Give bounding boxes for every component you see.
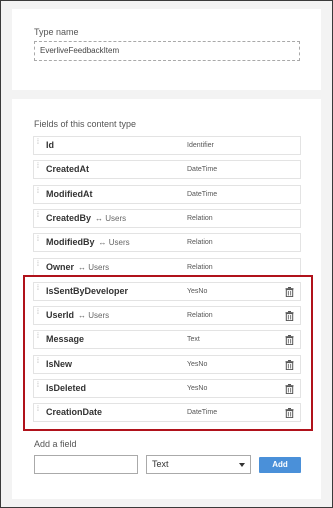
field-type: Relation (187, 214, 213, 222)
chevron-down-icon (239, 463, 245, 467)
drag-handle-icon[interactable]: ⁞ (37, 163, 41, 175)
drag-handle-icon[interactable]: ⁞ (37, 261, 41, 273)
field-type: Relation (187, 239, 213, 247)
field-row[interactable]: ⁞ CreatedBy ↔ Users Relation (33, 208, 301, 228)
field-type: DateTime (187, 190, 218, 198)
field-type: Relation (187, 263, 213, 271)
field-name-text: CreatedAt (46, 164, 90, 175)
field-row[interactable]: ⁞ CreatedAt DateTime (33, 160, 301, 180)
type-name-input[interactable]: EverliveFeedbackItem (34, 41, 300, 61)
drag-handle-icon[interactable]: ⁞ (37, 188, 41, 200)
field-name: Id (46, 137, 54, 154)
new-field-type-value: Text (152, 459, 169, 469)
add-field-button[interactable]: Add (259, 457, 301, 473)
field-name: CreatedBy ↔ Users (46, 210, 126, 227)
field-type: Identifier (187, 142, 214, 149)
field-type: DateTime (187, 166, 218, 174)
field-row[interactable]: ⁞ ModifiedBy ↔ Users Relation (33, 233, 301, 253)
field-name: ModifiedAt (46, 186, 93, 203)
field-name-text: Id (46, 140, 54, 150)
field-name-text: Owner (46, 261, 75, 272)
field-row[interactable]: ⁞ ModifiedAt DateTime (33, 184, 301, 204)
field-row[interactable]: ⁞ Owner ↔ Users Relation (33, 257, 301, 277)
type-name-panel: Type name EverliveFeedbackItem (12, 9, 321, 90)
add-field-label: Add a field (34, 439, 77, 449)
type-name-label: Type name (34, 27, 79, 37)
field-name-text: ModifiedAt (46, 188, 93, 199)
field-relation: ↔ Users (78, 262, 110, 272)
new-field-name-input[interactable] (34, 455, 138, 474)
field-relation: ↔ Users (98, 238, 130, 248)
drag-handle-icon[interactable]: ⁞ (37, 139, 41, 151)
field-relation: ↔ Users (95, 213, 127, 223)
field-name: CreatedAt (46, 161, 89, 178)
content-type-editor: Type name EverliveFeedbackItem Fields of… (0, 0, 333, 508)
highlight-box (23, 275, 313, 431)
field-row[interactable]: ⁞ Id Identifier (33, 136, 301, 155)
drag-handle-icon[interactable]: ⁞ (37, 212, 41, 224)
field-name-text: ModifiedBy (46, 237, 95, 248)
drag-handle-icon[interactable]: ⁞ (37, 236, 41, 248)
field-name: Owner ↔ Users (46, 259, 109, 276)
new-field-type-select[interactable]: Text (146, 455, 251, 474)
fields-section-label: Fields of this content type (34, 119, 137, 129)
field-name-text: CreatedBy (46, 212, 92, 223)
field-name: ModifiedBy ↔ Users (46, 234, 130, 251)
